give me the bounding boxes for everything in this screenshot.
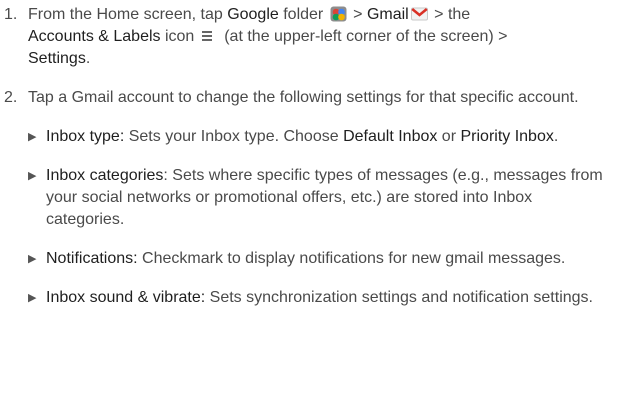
text: . <box>553 128 559 145</box>
bullet-term: Inbox categories <box>46 167 164 184</box>
gmail-label: Gmail <box>366 6 409 23</box>
bullet-term: Inbox sound & vibrate: <box>46 289 206 306</box>
bullet-term: Inbox type: <box>46 128 125 145</box>
step-number: 1. <box>4 6 18 23</box>
bullet-arrow-icon: ▶ <box>28 292 37 304</box>
text: Checkmark to display notifications for n… <box>137 250 566 267</box>
google-folder-icon <box>330 6 347 22</box>
bullet-notifications: ▶ Notifications: Checkmark to display no… <box>28 248 607 270</box>
step-2-text: Tap a Gmail account to change the follow… <box>28 89 579 106</box>
text: folder <box>278 6 328 23</box>
text: or <box>437 128 461 145</box>
text: . <box>85 50 91 67</box>
accounts-labels-label: Accounts & Labels <box>28 28 161 45</box>
text: (at the upper-left corner of the screen)… <box>219 28 508 45</box>
text: Sets synchronization settings and notifi… <box>205 289 593 306</box>
bullet-text: Notifications: Checkmark to display noti… <box>46 248 565 270</box>
text: icon <box>160 28 199 45</box>
bullet-inbox-categories: ▶ Inbox categories: Sets where specific … <box>28 165 607 231</box>
bullet-arrow-icon: ▶ <box>28 170 37 182</box>
text: > the <box>429 6 471 23</box>
bullet-arrow-icon: ▶ <box>28 253 37 265</box>
text: > <box>348 6 367 23</box>
step-2: 2. Tap a Gmail account to change the fol… <box>4 87 607 109</box>
bullet-inbox-type: ▶ Inbox type: Sets your Inbox type. Choo… <box>28 126 607 148</box>
text: From the Home screen, tap <box>28 6 228 23</box>
bullet-text: Inbox sound & vibrate: Sets synchronizat… <box>46 287 593 309</box>
step-1-text: From the Home screen, tap Google folder … <box>28 4 607 70</box>
bullet-text: Inbox type: Sets your Inbox type. Choose… <box>46 126 558 148</box>
option-priority-inbox: Priority Inbox <box>460 128 554 145</box>
step-1: 1. From the Home screen, tap Google fold… <box>4 4 607 70</box>
bullet-inbox-sound-vibrate: ▶ Inbox sound & vibrate: Sets synchroniz… <box>28 287 607 309</box>
bullet-term: Notifications: <box>46 250 138 267</box>
bullet-arrow-icon: ▶ <box>28 131 37 143</box>
google-folder-label: Google <box>227 6 279 23</box>
text: Sets your Inbox type. Choose <box>124 128 344 145</box>
option-default-inbox: Default Inbox <box>343 128 438 145</box>
instructions: 1. From the Home screen, tap Google fold… <box>0 0 631 404</box>
step-number: 2. <box>4 89 18 106</box>
gmail-icon <box>410 6 428 22</box>
settings-label: Settings <box>28 50 86 67</box>
bullet-text: Inbox categories: Sets where specific ty… <box>46 165 607 231</box>
menu-icon <box>201 28 218 44</box>
